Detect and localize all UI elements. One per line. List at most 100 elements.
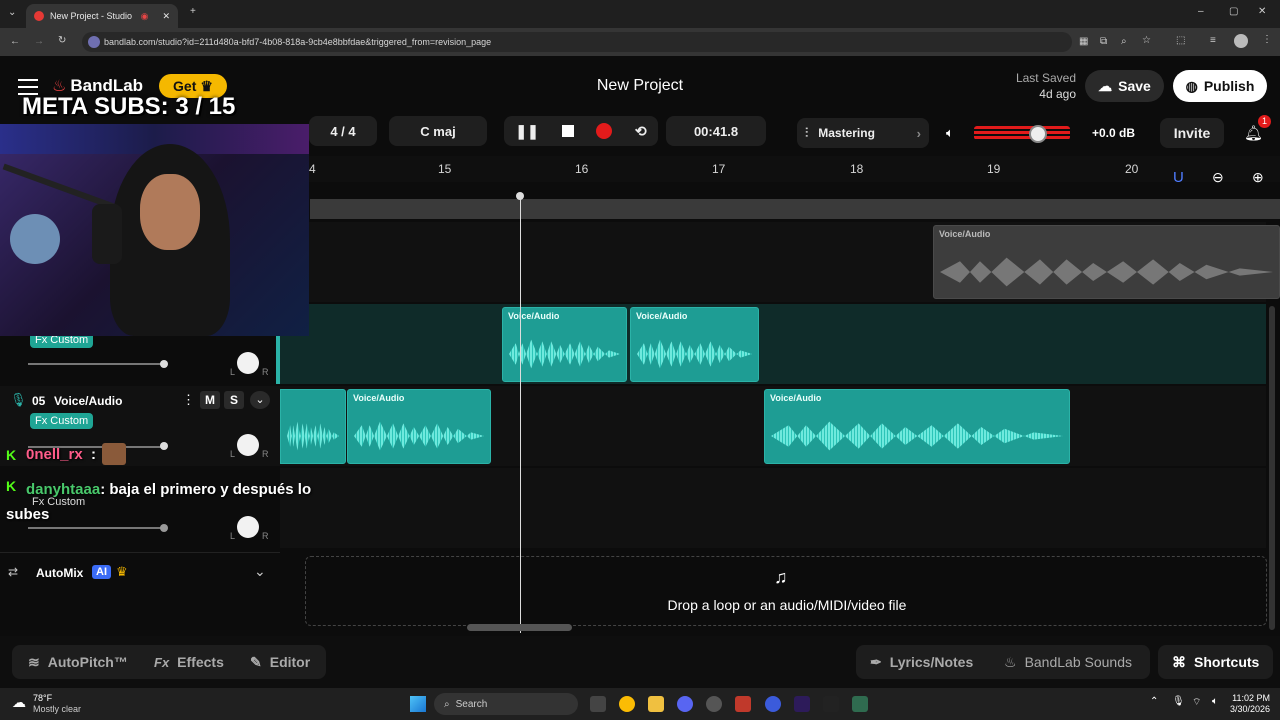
browser-menu-icon[interactable]: ⋮: [1262, 34, 1272, 45]
epic-games-icon[interactable]: [823, 696, 839, 712]
weather-temp[interactable]: 78°F: [33, 693, 52, 703]
invite-button[interactable]: Invite: [1160, 118, 1224, 148]
playhead-handle[interactable]: [516, 192, 524, 200]
save-button[interactable]: ☁ Save: [1085, 70, 1164, 102]
autopitch-button[interactable]: ≋ AutoPitch™: [14, 645, 142, 679]
speaker-icon[interactable]: 🔈︎: [946, 125, 954, 141]
loop-region-bar[interactable]: [310, 199, 1280, 219]
project-title[interactable]: New Project: [540, 77, 740, 95]
app-icon[interactable]: [706, 696, 722, 712]
chevron-down-icon[interactable]: ⌄: [254, 563, 266, 580]
clock-time[interactable]: 11:02 PM: [1226, 693, 1270, 703]
wifi-icon[interactable]: ⌔: [1192, 696, 1201, 709]
pause-icon[interactable]: ❚❚: [515, 123, 538, 140]
volume-tray-icon[interactable]: 🔈︎: [1212, 696, 1218, 707]
pan-left-label: L: [230, 367, 236, 377]
track-name[interactable]: Voice/Audio: [54, 394, 122, 408]
snap-magnet-icon[interactable]: U: [1173, 169, 1184, 186]
new-tab-icon[interactable]: +: [190, 6, 196, 17]
bookmark-icon[interactable]: ☆: [1142, 35, 1151, 46]
browser-tab[interactable]: New Project - Studio ◉ ✕: [26, 4, 178, 28]
bandlab-sounds-button[interactable]: ♨ BandLab Sounds: [990, 645, 1146, 679]
pan-knob[interactable]: [237, 434, 259, 456]
forward-icon[interactable]: →: [34, 36, 44, 47]
pan-right-label: R: [262, 367, 269, 377]
chevron-down-icon[interactable]: ⌄: [250, 391, 270, 409]
time-signature[interactable]: 4 / 4: [309, 116, 377, 146]
tab-list-icon[interactable]: ⌄: [8, 7, 16, 18]
media-icon[interactable]: ≡: [1210, 35, 1216, 46]
task-view-icon[interactable]: [590, 696, 606, 712]
track-volume-slider[interactable]: [28, 527, 166, 529]
loop-icon[interactable]: ⟲: [635, 123, 647, 140]
zoom-in-icon[interactable]: ⊕: [1252, 169, 1264, 186]
shortcuts-button[interactable]: ⌘ Shortcuts: [1158, 645, 1274, 679]
track-number: 05: [32, 394, 46, 408]
audio-clip[interactable]: Voice/Audio: [764, 389, 1070, 464]
reload-icon[interactable]: ↻: [58, 35, 66, 46]
autopitch-label: AutoPitch™: [47, 654, 128, 670]
effects-button[interactable]: Fx Effects: [140, 645, 238, 679]
profile-avatar[interactable]: [1234, 34, 1248, 48]
back-icon[interactable]: ←: [10, 36, 20, 47]
clock-date[interactable]: 3/30/2026: [1226, 704, 1270, 714]
lyrics-notes-button[interactable]: ✒ Lyrics/Notes: [856, 645, 987, 679]
volume-slider-thumb[interactable]: [1029, 125, 1047, 143]
drop-zone[interactable]: ♫ Drop a loop or an audio/MIDI/video fil…: [305, 556, 1267, 626]
tab-title: New Project - Studio: [50, 11, 133, 21]
feather-icon: ✒: [870, 653, 882, 670]
audio-clip[interactable]: [280, 389, 346, 464]
fx-icon: Fx: [154, 654, 170, 670]
vpn-icon[interactable]: [765, 696, 781, 712]
extension-icon[interactable]: ▦: [1079, 36, 1088, 47]
tray-chevron-icon[interactable]: ⌃: [1150, 696, 1158, 707]
timeline-ruler[interactable]: 4 15 16 17 18 19 20: [280, 156, 1280, 182]
audio-clip[interactable]: Voice/Audio: [933, 225, 1280, 299]
zoom-icon[interactable]: ⌕: [1121, 36, 1127, 47]
vertical-scrollbar[interactable]: [1269, 306, 1275, 630]
sounds-label: BandLab Sounds: [1024, 654, 1132, 670]
extensions-icon[interactable]: ⬚: [1176, 35, 1185, 46]
premiere-icon[interactable]: [794, 696, 810, 712]
mastering-button[interactable]: ⫶ Mastering ›: [797, 118, 929, 148]
key-selector[interactable]: C maj: [389, 116, 487, 146]
master-volume-slider[interactable]: [974, 126, 1070, 140]
track-volume-slider[interactable]: [28, 363, 166, 365]
audio-clip[interactable]: Voice/Audio: [347, 389, 491, 464]
app-icon[interactable]: [852, 696, 868, 712]
minimize-icon[interactable]: –: [1198, 6, 1204, 17]
track-menu-icon[interactable]: ⋮: [182, 392, 195, 408]
solo-button[interactable]: S: [224, 391, 244, 409]
mute-button[interactable]: M: [200, 391, 220, 409]
cast-icon[interactable]: ⧉: [1100, 36, 1107, 47]
automix-row[interactable]: ⇄ AutoMix AI ♛ ⌄: [0, 552, 280, 592]
maximize-icon[interactable]: ▢: [1229, 6, 1238, 17]
mic-tray-icon[interactable]: 🎙︎: [1172, 696, 1185, 707]
record-icon[interactable]: [596, 123, 613, 139]
zoom-out-icon[interactable]: ⊖: [1212, 169, 1224, 186]
weather-desc[interactable]: Mostly clear: [33, 704, 81, 714]
crown-icon: ♛: [200, 77, 213, 94]
file-explorer-icon[interactable]: [648, 696, 664, 712]
discord-icon[interactable]: [677, 696, 693, 712]
track-lane-2[interactable]: [280, 304, 1266, 384]
url-field[interactable]: bandlab.com/studio?id=211d480a-bfd7-4b08…: [82, 32, 1072, 52]
taskbar-search[interactable]: ⌕ Search: [434, 693, 578, 715]
slider-thumb[interactable]: [160, 442, 168, 450]
close-window-icon[interactable]: ✕: [1258, 6, 1266, 17]
editor-button[interactable]: ✎ Editor: [236, 645, 324, 679]
track-lane-4[interactable]: [280, 468, 1266, 548]
cloud-upload-icon: ☁: [1098, 77, 1113, 94]
chrome-icon[interactable]: [619, 696, 635, 712]
audio-clip[interactable]: Voice/Audio: [630, 307, 759, 382]
close-tab-icon[interactable]: ✕: [162, 11, 170, 22]
fx-preset-badge[interactable]: Fx Custom: [30, 413, 94, 429]
site-info-icon[interactable]: [88, 36, 100, 48]
pan-knob[interactable]: [237, 352, 259, 374]
slider-thumb[interactable]: [160, 360, 168, 368]
valorant-icon[interactable]: [735, 696, 751, 712]
stop-icon[interactable]: [561, 125, 574, 137]
publish-button[interactable]: ◍ Publish: [1173, 70, 1267, 102]
windows-start-icon[interactable]: [410, 696, 426, 712]
horizontal-scrollbar[interactable]: [467, 624, 572, 631]
